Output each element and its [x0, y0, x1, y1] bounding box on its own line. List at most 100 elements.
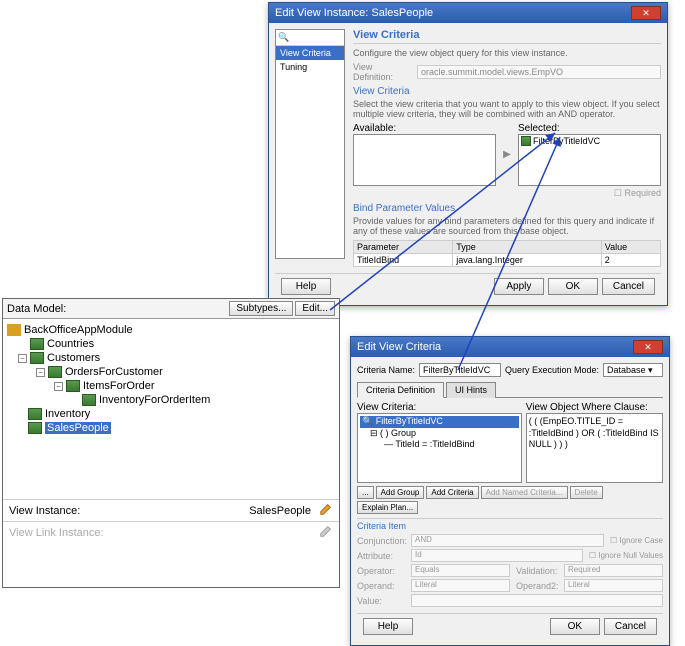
ok-button[interactable]: OK [550, 618, 600, 635]
view-link-instance-label: View Link Instance: [9, 527, 311, 539]
vc-tree[interactable]: 🔍 FilterByTitleIdVC ⊟ ( ) Group — TitleI… [357, 413, 522, 483]
data-model-title: Data Model: [7, 303, 227, 315]
tree-inventory-item[interactable]: InventoryForOrderItem [7, 393, 335, 407]
operand2-select: Literal [564, 579, 663, 592]
more-button[interactable]: ... [357, 486, 374, 499]
vc-tree-root[interactable]: 🔍 FilterByTitleIdVC [360, 416, 519, 428]
dialog-titlebar[interactable]: Edit View Criteria ✕ [351, 337, 669, 357]
search-icon[interactable]: 🔍 [276, 30, 344, 46]
col-parameter: Parameter [354, 241, 453, 254]
vo-icon [48, 366, 62, 378]
collapse-icon[interactable]: − [18, 354, 27, 363]
vo-icon [30, 338, 44, 350]
tab-ui-hints[interactable]: UI Hints [446, 382, 496, 398]
close-icon[interactable]: ✕ [631, 6, 661, 20]
required-checkbox: ☐ Required [353, 188, 661, 199]
dialog-title: Edit View Criteria [357, 341, 441, 353]
help-button[interactable]: Help [363, 618, 413, 635]
add-group-button[interactable]: Add Group [376, 486, 425, 499]
data-model-tree[interactable]: BackOfficeAppModule Countries −Customers… [3, 319, 339, 439]
available-listbox[interactable] [353, 134, 496, 186]
tree-customers[interactable]: −Customers [7, 351, 335, 365]
tree-orders[interactable]: −OrdersForCustomer [7, 365, 335, 379]
cancel-button[interactable]: Cancel [604, 618, 657, 635]
view-instance-label: View Instance: [9, 505, 249, 517]
help-button[interactable]: Help [281, 278, 331, 295]
criteria-name-input[interactable]: FilterByTitleIdVC [419, 363, 501, 377]
cancel-button[interactable]: Cancel [602, 278, 655, 295]
tree-countries[interactable]: Countries [7, 337, 335, 351]
vc-tree-label: View Criteria: [357, 402, 522, 413]
nav-view-criteria[interactable]: View Criteria [276, 46, 344, 60]
page-subtitle: Configure the view object query for this… [353, 48, 661, 58]
selected-item-label: FilterByTitleIdVC [533, 136, 600, 146]
criteria-item-heading: Criteria Item [357, 521, 663, 531]
validation-label: Validation: [516, 566, 558, 576]
table-row[interactable]: TitleIdBind java.lang.Integer 2 [354, 254, 661, 267]
ok-button[interactable]: OK [548, 278, 598, 295]
tree-items[interactable]: −ItemsForOrder [7, 379, 335, 393]
shuttle-right-icon[interactable]: ▶ [500, 123, 514, 186]
page-heading: View Criteria [353, 29, 661, 44]
nav-tuning[interactable]: Tuning [276, 60, 344, 74]
col-type: Type [453, 241, 601, 254]
validation-select: Required [564, 564, 663, 577]
collapse-icon[interactable]: − [54, 382, 63, 391]
vo-icon [30, 352, 44, 364]
data-model-panel: Data Model: Subtypes... Edit... BackOffi… [2, 298, 340, 588]
add-named-criteria-button: Add Named Criteria... [481, 486, 568, 499]
tree-root[interactable]: BackOfficeAppModule [7, 323, 335, 337]
where-clause-label: View Object Where Clause: [526, 402, 663, 413]
vo-icon [28, 422, 42, 434]
selected-item-filterbytitle[interactable]: FilterByTitleIdVC [520, 136, 659, 146]
selected-label: Selected: [518, 123, 661, 134]
bind-desc: Provide values for any bind parameters d… [353, 216, 661, 236]
vc-tree-item[interactable]: — TitleId = :TitleIdBind [360, 439, 519, 451]
attribute-label: Attribute: [357, 551, 405, 561]
view-instance-value: SalesPeople [249, 505, 311, 517]
operator-label: Operator: [357, 566, 405, 576]
edit-pencil-icon-disabled [319, 524, 333, 541]
viewdef-field: oracle.summit.model.views.EmpVO [417, 65, 661, 79]
add-criteria-button[interactable]: Add Criteria [426, 486, 478, 499]
operand2-label: Operand2: [516, 581, 558, 591]
conjunction-label: Conjunction: [357, 536, 405, 546]
qem-select[interactable]: Database ▾ [603, 363, 663, 377]
vo-icon [28, 408, 42, 420]
conjunction-select: AND [411, 534, 604, 547]
tab-criteria-definition[interactable]: Criteria Definition [357, 382, 444, 398]
attribute-select: Id [411, 549, 583, 562]
tree-salespeople[interactable]: SalesPeople [7, 421, 335, 435]
vo-icon [82, 394, 96, 406]
bind-params-table[interactable]: Parameter Type Value TitleIdBind java.la… [353, 240, 661, 267]
ignore-case-checkbox: ☐ Ignore Case [610, 536, 663, 545]
edit-button[interactable]: Edit... [295, 301, 335, 316]
qem-label: Query Execution Mode: [505, 365, 599, 375]
collapse-icon[interactable]: − [36, 368, 45, 377]
dialog-titlebar[interactable]: Edit View Instance: SalesPeople ✕ [269, 3, 667, 23]
where-clause-box: ( ( (EmpEO.TITLE_ID = :TitleIdBind ) OR … [526, 413, 663, 483]
vo-icon [66, 380, 80, 392]
dialog-title: Edit View Instance: SalesPeople [275, 7, 433, 19]
explain-plan-button[interactable]: Explain Plan... [357, 501, 418, 514]
col-value: Value [601, 241, 660, 254]
operator-select: Equals [411, 564, 510, 577]
ignore-null-checkbox: ☐ Ignore Null Values [589, 551, 663, 560]
subtypes-button[interactable]: Subtypes... [229, 301, 293, 316]
apply-button[interactable]: Apply [494, 278, 544, 295]
vc-tree-group[interactable]: ⊟ ( ) Group [360, 428, 519, 440]
operand-select: Literal [411, 579, 510, 592]
vc-desc: Select the view criteria that you want t… [353, 99, 661, 119]
section-view-criteria: View Criteria [353, 86, 661, 97]
tree-inventory[interactable]: Inventory [7, 407, 335, 421]
available-label: Available: [353, 123, 496, 134]
selected-listbox[interactable]: FilterByTitleIdVC [518, 134, 661, 186]
section-bind-params: Bind Parameter Values [353, 203, 661, 214]
viewdef-label: View Definition: [353, 62, 413, 82]
edit-view-instance-dialog: Edit View Instance: SalesPeople ✕ 🔍 View… [268, 2, 668, 306]
criteria-name-label: Criteria Name: [357, 365, 415, 375]
vc-icon [521, 136, 531, 146]
dialog-nav: 🔍 View Criteria Tuning [275, 29, 345, 259]
close-icon[interactable]: ✕ [633, 340, 663, 354]
edit-pencil-icon[interactable] [319, 502, 333, 519]
